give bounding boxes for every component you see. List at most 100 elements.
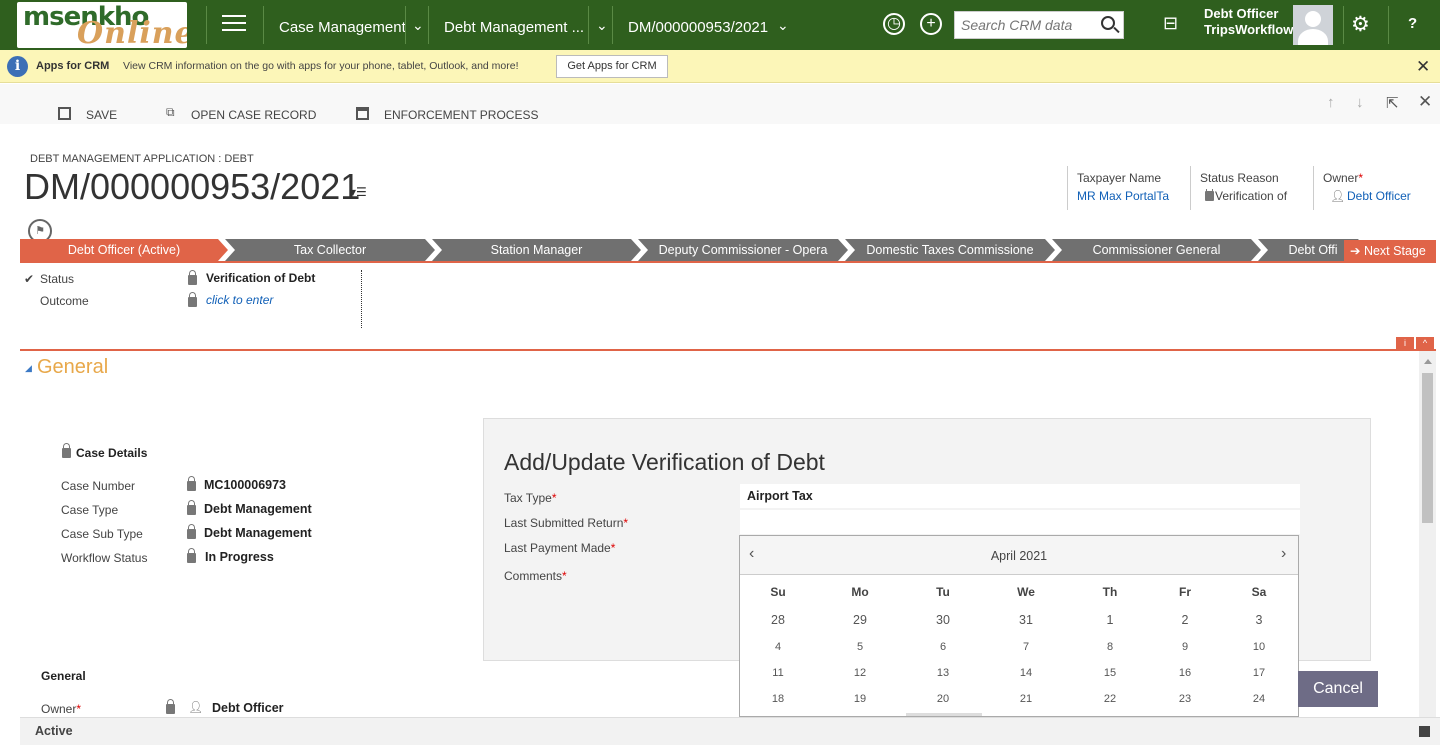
- avatar[interactable]: [1293, 5, 1333, 45]
- open-case-record-button[interactable]: OPEN CASE RECORD: [191, 108, 316, 122]
- user-org[interactable]: TripsWorkflow: [1204, 22, 1293, 37]
- previous-record-arrow-icon[interactable]: ↑: [1327, 94, 1335, 111]
- calendar-day[interactable]: 5: [840, 641, 880, 653]
- search-input[interactable]: [955, 12, 1095, 38]
- collapse-header-icon[interactable]: ^: [1416, 337, 1434, 349]
- lock-icon: [62, 443, 71, 458]
- calendar-day[interactable]: 28: [758, 613, 798, 627]
- nav-divider: [206, 6, 207, 44]
- calendar-day[interactable]: 17: [1239, 667, 1279, 679]
- calendar-day[interactable]: 11: [758, 667, 798, 679]
- history-clock-icon[interactable]: ◷: [883, 13, 905, 35]
- calendar-day[interactable]: 19: [840, 693, 880, 705]
- calendar-day[interactable]: 18: [758, 693, 798, 705]
- help-icon[interactable]: ?: [1408, 15, 1417, 32]
- enforcement-process-button[interactable]: ENFORCEMENT PROCESS: [384, 108, 538, 122]
- scrollbar-thumb[interactable]: [1422, 373, 1433, 523]
- next-stage-button[interactable]: ➔ Next Stage: [1344, 240, 1436, 263]
- bpf-stage[interactable]: Deputy Commissioner - Opera: [638, 239, 848, 261]
- calendar-day[interactable]: 22: [1090, 693, 1130, 705]
- info-icon[interactable]: i: [1396, 337, 1414, 349]
- workflow-status-value[interactable]: In Progress: [205, 550, 274, 564]
- section-title-general[interactable]: General: [37, 356, 108, 379]
- bpf-stage[interactable]: Domestic Taxes Commissione: [845, 239, 1055, 261]
- scrollbar[interactable]: [1419, 351, 1436, 717]
- calendar-day[interactable]: 12: [840, 667, 880, 679]
- owner-field-link[interactable]: Debt Officer: [212, 701, 284, 715]
- chevron-down-icon[interactable]: ⌄: [596, 17, 608, 34]
- weekday-header: Fr: [1179, 585, 1191, 599]
- next-record-arrow-icon[interactable]: ↓: [1356, 94, 1364, 111]
- weekday-header: Su: [770, 585, 786, 599]
- bpf-stage[interactable]: Commissioner General: [1052, 239, 1261, 261]
- next-month-icon[interactable]: ›: [1281, 545, 1286, 563]
- calendar-day[interactable]: 8: [1090, 641, 1130, 653]
- calendar-day[interactable]: 10: [1239, 641, 1279, 653]
- calendar-day[interactable]: 30: [923, 613, 963, 627]
- calendar-day[interactable]: 24: [1239, 693, 1279, 705]
- close-icon[interactable]: ✕: [1416, 57, 1430, 77]
- calendar-day[interactable]: 14: [1006, 667, 1046, 679]
- brand-logo[interactable]: msenkho Online: [17, 2, 187, 48]
- collapse-triangle-icon[interactable]: ◢: [25, 363, 32, 374]
- close-record-icon[interactable]: ✕: [1418, 92, 1432, 112]
- search-box[interactable]: [954, 11, 1124, 39]
- nav-divider: [428, 6, 429, 44]
- nav-item-case-management[interactable]: Case Management: [279, 19, 406, 36]
- calendar-day[interactable]: 9: [1165, 641, 1205, 653]
- workflow-status-label: Workflow Status: [61, 551, 148, 565]
- gear-icon[interactable]: ⚙: [1351, 12, 1370, 37]
- calendar-day[interactable]: 3: [1239, 613, 1279, 627]
- lock-icon: [187, 524, 196, 539]
- last-payment-label: Last Payment Made*: [504, 541, 616, 555]
- open-record-icon[interactable]: ⧉: [166, 105, 175, 120]
- form-selector-icon[interactable]: ▾☰: [350, 185, 367, 199]
- case-details-heading: Case Details: [76, 446, 148, 460]
- advanced-find-icon[interactable]: ⊟: [1163, 13, 1178, 34]
- calendar-day[interactable]: 6: [923, 641, 963, 653]
- chevron-down-icon[interactable]: ⌄: [412, 17, 424, 34]
- save-icon[interactable]: [58, 107, 71, 120]
- bpf-stage[interactable]: Station Manager: [432, 239, 641, 261]
- calendar-day[interactable]: 20: [923, 693, 963, 705]
- calendar-day[interactable]: 2: [1165, 613, 1205, 627]
- bpf-stage[interactable]: Debt Officer (Active): [20, 239, 228, 261]
- calendar-day[interactable]: 4: [758, 641, 798, 653]
- bpf-stage[interactable]: Tax Collector: [225, 239, 435, 261]
- calendar-day[interactable]: 1: [1090, 613, 1130, 627]
- taxpayer-link[interactable]: MR Max PortalTa: [1077, 189, 1185, 203]
- step-divider: [361, 270, 362, 328]
- create-new-plus-icon[interactable]: +: [920, 13, 942, 35]
- calendar-day[interactable]: 29: [840, 613, 880, 627]
- search-icon[interactable]: [1101, 16, 1115, 30]
- last-submitted-label-text: Last Submitted Return: [504, 516, 624, 530]
- taxpayer-label: Taxpayer Name: [1077, 171, 1162, 185]
- save-icon[interactable]: [1419, 726, 1430, 737]
- user-name[interactable]: Debt Officer: [1204, 6, 1278, 21]
- calendar-day[interactable]: 7: [1006, 641, 1046, 653]
- tax-type-field[interactable]: Airport Tax: [740, 484, 1300, 508]
- calendar-day[interactable]: 16: [1165, 667, 1205, 679]
- hamburger-menu-icon[interactable]: [222, 15, 246, 35]
- calendar-process-icon[interactable]: [356, 107, 369, 120]
- nav-item-record[interactable]: DM/000000953/2021: [628, 19, 768, 36]
- calendar-day[interactable]: 21: [1006, 693, 1046, 705]
- calendar-day[interactable]: 13: [923, 667, 963, 679]
- calendar-day[interactable]: 23: [1165, 693, 1205, 705]
- get-apps-button[interactable]: Get Apps for CRM: [556, 55, 668, 78]
- lock-icon: [1205, 189, 1214, 201]
- outcome-step-value[interactable]: click to enter: [206, 293, 273, 307]
- popout-icon[interactable]: ⇱: [1386, 94, 1399, 112]
- section-divider: [20, 349, 1436, 351]
- general-heading: General: [41, 669, 86, 683]
- owner-link[interactable]: Debt Officer: [1347, 189, 1411, 203]
- chevron-down-icon[interactable]: ⌄: [777, 17, 789, 34]
- calendar-day[interactable]: 15: [1090, 667, 1130, 679]
- calendar-day[interactable]: 31: [1006, 613, 1046, 627]
- last-submitted-date-input[interactable]: [740, 510, 1300, 534]
- cancel-button[interactable]: Cancel: [1298, 671, 1378, 707]
- save-button[interactable]: SAVE: [86, 108, 117, 122]
- nav-item-debt-management[interactable]: Debt Management ...: [444, 19, 584, 36]
- info-icon: i: [7, 56, 28, 77]
- record-status: Active: [35, 724, 73, 738]
